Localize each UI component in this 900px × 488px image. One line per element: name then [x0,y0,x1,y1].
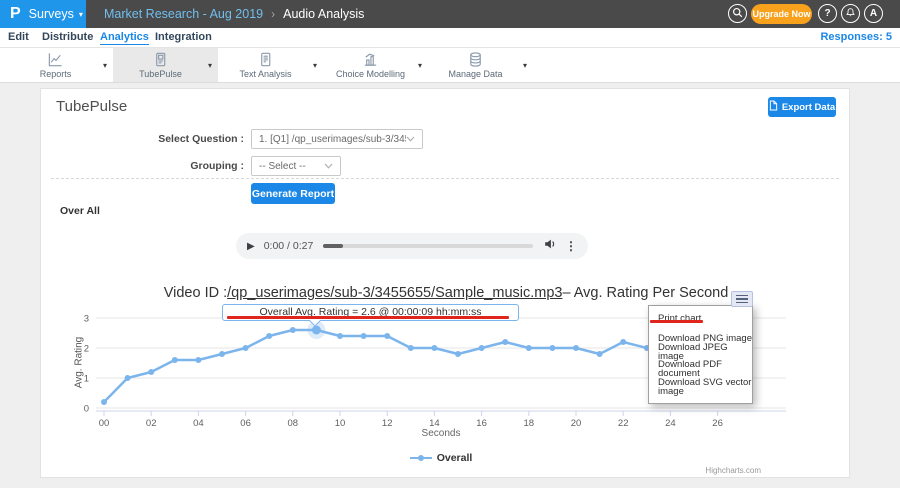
search-button[interactable] [728,4,747,23]
svg-text:3: 3 [84,314,89,325]
menu-item-download-svg[interactable]: Download SVG vector image [649,379,752,397]
help-button[interactable]: ? [818,4,837,23]
avatar-letter: A [870,8,877,19]
highcharts-credit[interactable]: Highcharts.com [561,466,761,475]
generate-report-button[interactable]: Generate Report [251,183,335,204]
top-header-bar: P Surveys ▾ Market Research - Aug 2019 ›… [0,0,900,28]
hamburger-icon [736,295,748,297]
chart-title-file-path: /qp_userimages/sub-3/3455655/Sample_musi… [227,285,562,301]
annotation-underline-print-chart [650,320,703,323]
select-question-dropdown[interactable]: 1. [Q1] /qp_userimages/sub-3/3455655/S..… [251,129,423,149]
toolbar-item-text-analysis[interactable]: Text Analysis ▾ [218,48,323,82]
chevron-down-icon[interactable]: ▾ [418,61,422,70]
chevron-down-icon [324,161,333,172]
seek-bar[interactable] [323,244,533,248]
panel-title: TubePulse [56,98,127,115]
toolbar-item-manage-data[interactable]: Manage Data ▾ [428,48,533,82]
tubepulse-panel: TubePulse Export Data Select Question : … [40,88,850,478]
avatar[interactable]: A [864,4,883,23]
kebab-menu-icon[interactable]: ⋮ [565,239,577,253]
toolbar-item-tubepulse[interactable]: TubePulse ▾ [113,48,218,82]
chevron-down-icon: ▾ [79,10,83,19]
seek-thumb[interactable] [323,244,343,248]
analytics-toolbar: Reports ▾ TubePulse ▾ Text Analysis ▾ Ch… [0,48,900,83]
bell-icon [845,7,856,21]
chevron-down-icon[interactable]: ▾ [208,61,212,70]
chart-title: Video ID :/qp_userimages/sub-3/3455655/S… [41,285,851,301]
select-question-label: Select Question : [41,133,244,145]
legend-item-overall[interactable]: Overall [437,452,473,464]
overall-section-label: Over All [60,205,100,217]
responses-count[interactable]: Responses: 5 [820,31,892,43]
notifications-button[interactable] [841,4,860,23]
product-label: Surveys [29,7,74,21]
toolbar-item-choice-modelling[interactable]: Choice Modelling ▾ [323,48,428,82]
annotation-underline-tooltip [227,316,509,319]
breadcrumb-survey-link[interactable]: Market Research - Aug 2019 [104,7,263,21]
x-axis-title: Seconds [41,428,841,439]
toolbar-item-reports[interactable]: Reports ▾ [8,48,113,82]
volume-icon[interactable] [543,237,557,256]
breadcrumb: Market Research - Aug 2019 › Audio Analy… [104,0,364,28]
nav-item-integration[interactable]: Integration [155,31,212,43]
grouping-dropdown[interactable]: -- Select -- [251,156,341,176]
nav-item-distribute[interactable]: Distribute [42,31,93,43]
product-switcher[interactable]: P Surveys ▾ [0,0,86,28]
line-chart-icon [47,51,64,68]
play-button[interactable]: ▶ [247,241,255,252]
playback-time: 0:00 / 0:27 [264,240,314,252]
questionpro-logo: P [10,5,21,23]
chart-context-menu-button[interactable] [731,291,753,307]
svg-text:2: 2 [84,344,89,355]
upgrade-now-button[interactable]: Upgrade Now [751,4,812,24]
video-report-icon [152,51,169,68]
chevron-down-icon[interactable]: ▾ [523,61,527,70]
chevron-down-icon[interactable]: ▾ [313,61,317,70]
document-icon [257,51,274,68]
export-data-button[interactable]: Export Data [768,97,836,117]
menu-item-print-chart[interactable]: Print chart [649,312,752,325]
breadcrumb-current-page: Audio Analysis [283,7,364,21]
question-mark-icon: ? [824,8,830,19]
export-file-icon [769,100,778,114]
audio-player: ▶ 0:00 / 0:27 ⋮ [236,233,588,259]
legend-marker-icon [410,449,432,467]
svg-text:0: 0 [84,404,89,415]
nav-item-edit[interactable]: Edit [8,31,29,43]
svg-text:1: 1 [84,374,89,385]
survey-nav: Edit Distribute Analytics Integration Re… [0,28,900,48]
breadcrumb-separator: › [271,7,275,21]
bar-chart-icon [362,51,379,68]
legend[interactable]: Overall [41,449,841,467]
chevron-down-icon[interactable]: ▾ [103,61,107,70]
nav-item-analytics[interactable]: Analytics [100,31,149,45]
section-divider [51,178,839,179]
grouping-label: Grouping : [41,160,244,172]
database-icon [467,51,484,68]
chevron-down-icon [406,134,415,145]
search-icon [732,7,743,21]
